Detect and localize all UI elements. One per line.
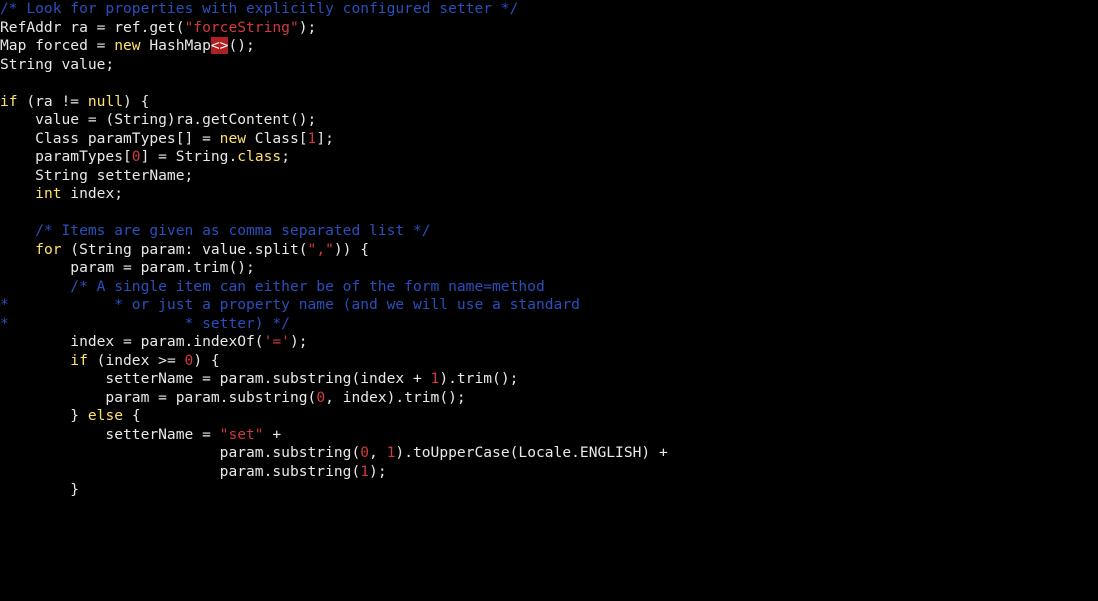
code-text: (); xyxy=(228,37,254,54)
comment: * * or just a property name (and we will… xyxy=(0,296,580,313)
code-text: ); xyxy=(299,19,317,36)
code-text: setterName = param.substring(index + xyxy=(0,370,431,387)
code-text: } xyxy=(0,407,88,424)
keyword: class xyxy=(237,148,281,165)
code-text: ).toUpperCase(Locale.ENGLISH) + xyxy=(395,444,667,461)
code-text: + xyxy=(264,426,282,443)
code-text: String value; xyxy=(0,56,114,73)
number: 1 xyxy=(308,130,317,147)
keyword: else xyxy=(88,407,123,424)
keyword: new xyxy=(220,130,246,147)
number: 1 xyxy=(431,370,440,387)
code-text: index = param.indexOf( xyxy=(0,333,264,350)
code-text: )) { xyxy=(334,241,369,258)
code-editor[interactable]: /* Look for properties with explicitly c… xyxy=(0,0,1098,500)
code-text: param.substring( xyxy=(0,463,360,480)
code-text: param.substring( xyxy=(0,444,360,461)
code-text: param = param.trim(); xyxy=(0,259,255,276)
number: 0 xyxy=(360,444,369,461)
number: 0 xyxy=(132,148,141,165)
keyword: new xyxy=(114,37,140,54)
code-text: (String param: value.split( xyxy=(62,241,308,258)
code-text: ); xyxy=(369,463,387,480)
code-text xyxy=(0,352,70,369)
keyword: if xyxy=(70,352,88,369)
keyword: for xyxy=(35,241,61,258)
code-text: (ra != xyxy=(18,93,88,110)
number: 0 xyxy=(316,389,325,406)
code-text: (index >= xyxy=(88,352,185,369)
char-literal: '=' xyxy=(264,333,290,350)
code-text: Class paramTypes[] = xyxy=(0,130,220,147)
comment: * * setter) */ xyxy=(0,315,290,332)
code-text xyxy=(0,241,35,258)
code-text: value = (String)ra.getContent(); xyxy=(0,111,316,128)
keyword: int xyxy=(35,185,61,202)
code-text: } xyxy=(0,481,79,498)
code-text: ]; xyxy=(316,130,334,147)
code-text: , index).trim(); xyxy=(325,389,466,406)
string-literal: "set" xyxy=(220,426,264,443)
code-text: ) { xyxy=(193,352,219,369)
keyword: null xyxy=(88,93,123,110)
code-text: RefAddr ra = ref.get( xyxy=(0,19,185,36)
code-text: Class[ xyxy=(246,130,308,147)
code-text: ; xyxy=(281,148,290,165)
code-text: ) { xyxy=(123,93,149,110)
code-text: String setterName; xyxy=(0,167,193,184)
string-literal: "," xyxy=(308,241,334,258)
error-highlight: <> xyxy=(211,37,229,54)
keyword: if xyxy=(0,93,18,110)
number: 0 xyxy=(185,352,194,369)
code-text: setterName = xyxy=(0,426,220,443)
code-text: { xyxy=(123,407,141,424)
string-literal: "forceString" xyxy=(185,19,299,36)
code-text: , xyxy=(369,444,387,461)
code-text: paramTypes[ xyxy=(0,148,132,165)
code-text: HashMap xyxy=(141,37,211,54)
comment: /* Items are given as comma separated li… xyxy=(0,222,431,239)
code-text: ).trim(); xyxy=(439,370,518,387)
comment: /* Look for properties with explicitly c… xyxy=(0,0,518,17)
number: 1 xyxy=(360,463,369,480)
code-text: param = param.substring( xyxy=(0,389,316,406)
code-text xyxy=(0,185,35,202)
code-text: index; xyxy=(62,185,124,202)
code-text: ); xyxy=(290,333,308,350)
code-text: Map forced = xyxy=(0,37,114,54)
code-text: ] = String. xyxy=(141,148,238,165)
comment: /* A single item can either be of the fo… xyxy=(0,278,545,295)
